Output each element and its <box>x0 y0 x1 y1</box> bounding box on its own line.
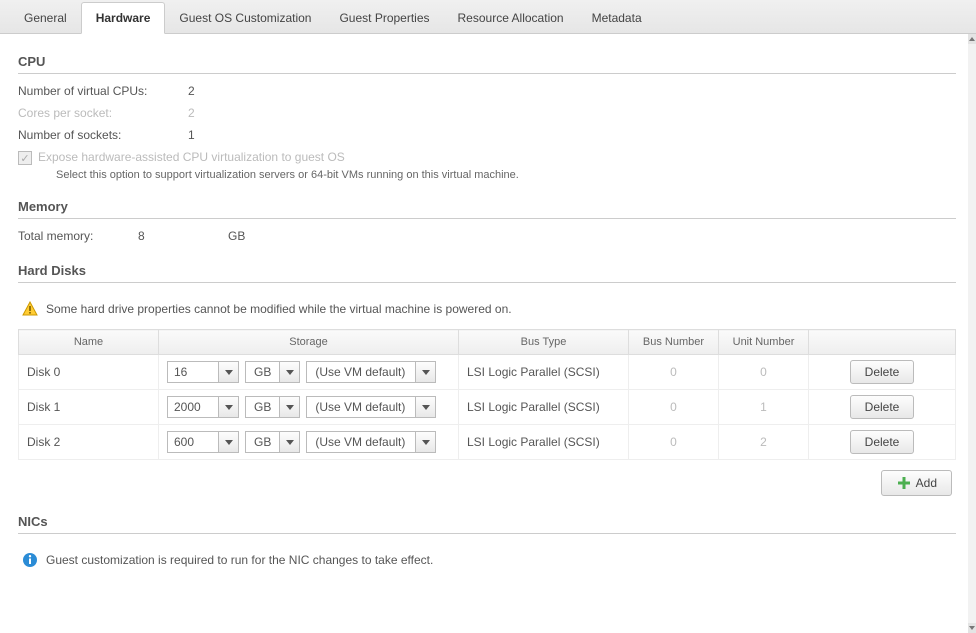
tab-bar: General Hardware Guest OS Customization … <box>0 0 976 34</box>
chevron-down-icon <box>225 370 233 375</box>
delete-disk-button[interactable]: Delete <box>850 360 915 384</box>
chevron-down-icon <box>422 440 430 445</box>
sockets-value: 1 <box>188 128 195 142</box>
chevron-down-icon <box>225 405 233 410</box>
expose-virtualization-desc: Select this option to support virtualiza… <box>56 169 956 181</box>
nics-info-text: Guest customization is required to run f… <box>46 553 433 567</box>
section-title-hard-disks: Hard Disks <box>18 263 956 283</box>
disk-bus-number: 0 <box>629 425 719 460</box>
total-memory-value: 8 <box>138 229 218 243</box>
disk-bus-type: LSI Logic Parallel (SCSI) <box>459 355 629 390</box>
delete-disk-button[interactable]: Delete <box>850 395 915 419</box>
cores-value: 2 <box>188 106 195 120</box>
scrollbar[interactable] <box>968 34 976 633</box>
disk-unit-dropdown[interactable] <box>280 431 300 453</box>
disk-policy-dropdown[interactable] <box>416 431 436 453</box>
expose-virtualization-checkbox: ✓ <box>18 151 32 165</box>
disk-size-input[interactable] <box>167 396 219 418</box>
hard-disks-warning-row: Some hard drive properties cannot be mod… <box>18 293 956 329</box>
disk-policy-dropdown[interactable] <box>416 396 436 418</box>
plus-icon <box>896 475 912 491</box>
col-bus-number[interactable]: Bus Number <box>629 330 719 355</box>
disk-size-dropdown[interactable] <box>219 431 239 453</box>
warning-icon <box>22 301 38 317</box>
disk-name: Disk 0 <box>19 355 159 390</box>
disk-policy-label: (Use VM default) <box>306 431 416 453</box>
table-row: Disk 0 GB (Use VM default) LSI Logic Parall… <box>19 355 956 390</box>
add-disk-button[interactable]: Add <box>881 470 952 496</box>
disk-unit-label: GB <box>245 396 280 418</box>
disk-bus-number: 0 <box>629 355 719 390</box>
info-icon <box>22 552 38 568</box>
nics-info-row: Guest customization is required to run f… <box>18 544 956 580</box>
disk-size-dropdown[interactable] <box>219 396 239 418</box>
chevron-down-icon <box>225 440 233 445</box>
chevron-down-icon <box>422 370 430 375</box>
disk-unit-number: 0 <box>719 355 809 390</box>
tab-resource-allocation[interactable]: Resource Allocation <box>444 3 578 33</box>
disk-unit-label: GB <box>245 361 280 383</box>
disk-size-dropdown[interactable] <box>219 361 239 383</box>
vcpus-value: 2 <box>188 84 195 98</box>
cores-label: Cores per socket: <box>18 106 188 120</box>
table-header-row: Name Storage Bus Type Bus Number Unit Nu… <box>19 330 956 355</box>
disk-bus-type: LSI Logic Parallel (SCSI) <box>459 390 629 425</box>
col-actions <box>809 330 956 355</box>
table-row: Disk 1 GB (Use VM default) LSI Logic Parall… <box>19 390 956 425</box>
disk-policy-dropdown[interactable] <box>416 361 436 383</box>
tab-guest-os-customization[interactable]: Guest OS Customization <box>165 3 325 33</box>
section-title-memory: Memory <box>18 199 956 219</box>
check-icon: ✓ <box>20 152 29 165</box>
expose-virtualization-label: Expose hardware-assisted CPU virtualizat… <box>38 150 345 164</box>
total-memory-unit: GB <box>228 229 245 243</box>
disk-bus-type: LSI Logic Parallel (SCSI) <box>459 425 629 460</box>
row-expose-virtualization: ✓ Expose hardware-assisted CPU virtualiz… <box>18 150 956 165</box>
content-panel: CPU Number of virtual CPUs: 2 Cores per … <box>0 34 968 633</box>
chevron-down-icon <box>286 370 294 375</box>
disk-policy-label: (Use VM default) <box>306 396 416 418</box>
section-title-nics: NICs <box>18 514 956 534</box>
disk-bus-number: 0 <box>629 390 719 425</box>
tab-guest-properties[interactable]: Guest Properties <box>325 3 443 33</box>
tab-hardware[interactable]: Hardware <box>81 2 166 34</box>
vcpus-label: Number of virtual CPUs: <box>18 84 188 98</box>
disk-unit-number: 2 <box>719 425 809 460</box>
scroll-down-icon[interactable] <box>968 623 976 633</box>
disk-name: Disk 2 <box>19 425 159 460</box>
tab-general[interactable]: General <box>10 3 81 33</box>
add-disk-label: Add <box>916 476 937 490</box>
hard-disks-warning-text: Some hard drive properties cannot be mod… <box>46 302 512 316</box>
col-unit-number[interactable]: Unit Number <box>719 330 809 355</box>
col-name[interactable]: Name <box>19 330 159 355</box>
col-bus-type[interactable]: Bus Type <box>459 330 629 355</box>
disk-unit-number: 1 <box>719 390 809 425</box>
row-cores: Cores per socket: 2 <box>18 106 956 120</box>
disk-unit-dropdown[interactable] <box>280 396 300 418</box>
sockets-label: Number of sockets: <box>18 128 188 142</box>
chevron-down-icon <box>422 405 430 410</box>
disk-name: Disk 1 <box>19 390 159 425</box>
disk-size-input[interactable] <box>167 431 219 453</box>
row-vcpus: Number of virtual CPUs: 2 <box>18 84 956 98</box>
chevron-down-icon <box>286 405 294 410</box>
row-total-memory: Total memory: 8 GB <box>18 229 956 243</box>
tab-metadata[interactable]: Metadata <box>578 3 656 33</box>
disk-size-input[interactable] <box>167 361 219 383</box>
disk-unit-label: GB <box>245 431 280 453</box>
row-sockets: Number of sockets: 1 <box>18 128 956 142</box>
total-memory-label: Total memory: <box>18 229 128 243</box>
section-title-cpu: CPU <box>18 54 956 74</box>
delete-disk-button[interactable]: Delete <box>850 430 915 454</box>
table-row: Disk 2 GB (Use VM default) LSI Logic Parall… <box>19 425 956 460</box>
hard-disks-table: Name Storage Bus Type Bus Number Unit Nu… <box>18 329 956 460</box>
col-storage[interactable]: Storage <box>159 330 459 355</box>
chevron-down-icon <box>286 440 294 445</box>
disk-unit-dropdown[interactable] <box>280 361 300 383</box>
disk-policy-label: (Use VM default) <box>306 361 416 383</box>
scroll-up-icon[interactable] <box>968 34 976 44</box>
